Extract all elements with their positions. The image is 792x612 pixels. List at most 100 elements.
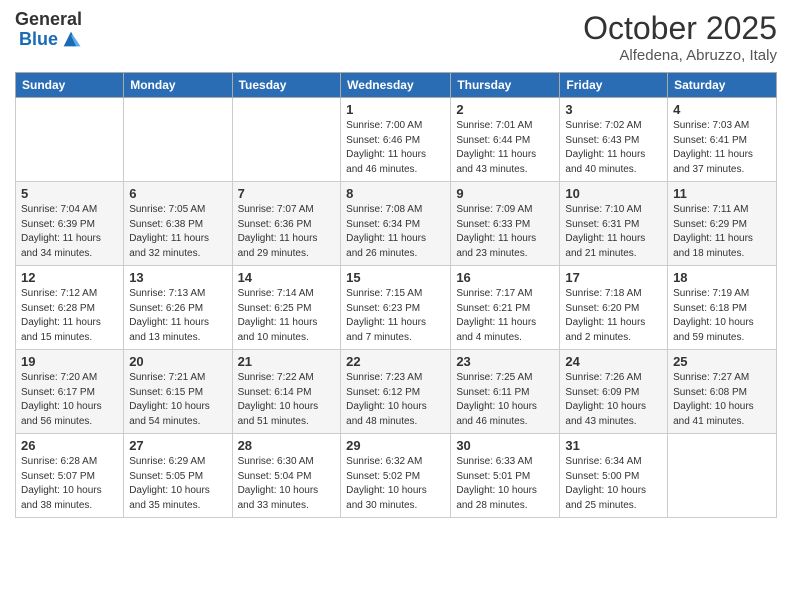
day-info: Sunrise: 7:02 AM Sunset: 6:43 PM Dayligh…: [565, 119, 662, 177]
table-row: 21 Sunrise: 7:22 AM Sunset: 6:14 PM Dayli…: [232, 350, 341, 434]
table-row: 23Sunrise: 7:25 AM Sunset: 6:11 PM Dayli…: [451, 350, 560, 434]
day-number: 24: [565, 354, 662, 369]
day-info: Sunrise: 7:27 AM Sunset: 6:08 PM Dayligh…: [673, 371, 771, 429]
title-block: October 2025 Alfedena, Abruzzo, Italy: [583, 10, 777, 64]
day-info: Sunrise: 7:10 AM Sunset: 6:31 PM Dayligh…: [565, 203, 662, 261]
table-row: 16 Sunrise: 7:17 AM Sunset: 6:21 PM Dayli…: [451, 266, 560, 350]
day-info: Sunrise: 7:12 AM Sunset: 6:28 PM Dayligh…: [21, 287, 118, 345]
day-info: Sunrise: 7:18 AM Sunset: 6:20 PM Dayligh…: [565, 287, 662, 345]
logo-general: General: [15, 10, 82, 28]
day-info: Sunrise: 7:03 AM Sunset: 6:41 PM Dayligh…: [673, 119, 771, 177]
day-number: 21: [238, 354, 336, 369]
header-sunday: Sunday: [16, 73, 124, 98]
day-info: Sunrise: 6:33 AM Sunset: 5:01 PM Dayligh…: [456, 455, 554, 513]
table-row: 12 Sunrise: 7:12 AM Sunset: 6:28 PM Dayli…: [16, 266, 124, 350]
day-info: Sunrise: 7:11 AM Sunset: 6:29 PM Dayligh…: [673, 203, 771, 261]
logo: General Blue: [15, 10, 82, 50]
day-info: Sunrise: 7:14 AM Sunset: 6:25 PM Dayligh…: [238, 287, 336, 345]
table-row: 18 Sunrise: 7:19 AM Sunset: 6:18 PM Dayli…: [668, 266, 777, 350]
day-info: Sunrise: 6:28 AM Sunset: 5:07 PM Dayligh…: [21, 455, 118, 513]
day-number: 11: [673, 186, 771, 201]
table-row: 4Sunrise: 7:03 AM Sunset: 6:41 PM Daylig…: [668, 98, 777, 182]
calendar-week-row: 19Sunrise: 7:20 AM Sunset: 6:17 PM Dayli…: [16, 350, 777, 434]
day-number: 25: [673, 354, 771, 369]
day-number: 22: [346, 354, 445, 369]
table-row: 20 Sunrise: 7:21 AM Sunset: 6:15 PM Dayli…: [124, 350, 232, 434]
table-row: 19Sunrise: 7:20 AM Sunset: 6:17 PM Dayli…: [16, 350, 124, 434]
logo-icon: [60, 28, 82, 50]
day-number: 8: [346, 186, 445, 201]
table-row: 13Sunrise: 7:13 AM Sunset: 6:26 PM Dayli…: [124, 266, 232, 350]
table-row: 3Sunrise: 7:02 AM Sunset: 6:43 PM Daylig…: [560, 98, 668, 182]
day-number: 23: [456, 354, 554, 369]
calendar-week-row: 1 Sunrise: 7:00 AM Sunset: 6:46 PM Daylig…: [16, 98, 777, 182]
day-info: Sunrise: 6:34 AM Sunset: 5:00 PM Dayligh…: [565, 455, 662, 513]
day-info: Sunrise: 7:08 AM Sunset: 6:34 PM Dayligh…: [346, 203, 445, 261]
day-number: 18: [673, 270, 771, 285]
day-info: Sunrise: 6:30 AM Sunset: 5:04 PM Dayligh…: [238, 455, 336, 513]
day-number: 19: [21, 354, 118, 369]
day-info: Sunrise: 7:26 AM Sunset: 6:09 PM Dayligh…: [565, 371, 662, 429]
day-info: Sunrise: 7:05 AM Sunset: 6:38 PM Dayligh…: [129, 203, 226, 261]
day-info: Sunrise: 6:29 AM Sunset: 5:05 PM Dayligh…: [129, 455, 226, 513]
day-info: Sunrise: 7:15 AM Sunset: 6:23 PM Dayligh…: [346, 287, 445, 345]
day-info: Sunrise: 6:32 AM Sunset: 5:02 PM Dayligh…: [346, 455, 445, 513]
day-info: Sunrise: 7:19 AM Sunset: 6:18 PM Dayligh…: [673, 287, 771, 345]
header-friday: Friday: [560, 73, 668, 98]
day-number: 6: [129, 186, 226, 201]
table-row: 30Sunrise: 6:33 AM Sunset: 5:01 PM Dayli…: [451, 434, 560, 518]
table-row: 1 Sunrise: 7:00 AM Sunset: 6:46 PM Daylig…: [341, 98, 451, 182]
header-saturday: Saturday: [668, 73, 777, 98]
table-row: 10 Sunrise: 7:10 AM Sunset: 6:31 PM Dayli…: [560, 182, 668, 266]
table-row: [232, 98, 341, 182]
header-monday: Monday: [124, 73, 232, 98]
day-number: 12: [21, 270, 118, 285]
table-row: 22Sunrise: 7:23 AM Sunset: 6:12 PM Dayli…: [341, 350, 451, 434]
day-number: 28: [238, 438, 336, 453]
table-row: 25 Sunrise: 7:27 AM Sunset: 6:08 PM Dayli…: [668, 350, 777, 434]
header: General Blue October 2025 Alfedena, Abru…: [15, 10, 777, 64]
day-number: 2: [456, 102, 554, 117]
location-subtitle: Alfedena, Abruzzo, Italy: [583, 47, 777, 64]
logo-blue: Blue: [19, 30, 58, 48]
table-row: 8 Sunrise: 7:08 AM Sunset: 6:34 PM Daylig…: [341, 182, 451, 266]
weekday-header-row: Sunday Monday Tuesday Wednesday Thursday…: [16, 73, 777, 98]
table-row: 29 Sunrise: 6:32 AM Sunset: 5:02 PM Dayli…: [341, 434, 451, 518]
table-row: [124, 98, 232, 182]
day-number: 29: [346, 438, 445, 453]
page-container: General Blue October 2025 Alfedena, Abru…: [0, 0, 792, 528]
table-row: 11 Sunrise: 7:11 AM Sunset: 6:29 PM Dayli…: [668, 182, 777, 266]
table-row: 9Sunrise: 7:09 AM Sunset: 6:33 PM Daylig…: [451, 182, 560, 266]
table-row: 6 Sunrise: 7:05 AM Sunset: 6:38 PM Daylig…: [124, 182, 232, 266]
table-row: 14 Sunrise: 7:14 AM Sunset: 6:25 PM Dayli…: [232, 266, 341, 350]
day-info: Sunrise: 7:22 AM Sunset: 6:14 PM Dayligh…: [238, 371, 336, 429]
header-tuesday: Tuesday: [232, 73, 341, 98]
table-row: 15Sunrise: 7:15 AM Sunset: 6:23 PM Dayli…: [341, 266, 451, 350]
calendar-week-row: 26 Sunrise: 6:28 AM Sunset: 5:07 PM Dayli…: [16, 434, 777, 518]
table-row: 2 Sunrise: 7:01 AM Sunset: 6:44 PM Daylig…: [451, 98, 560, 182]
table-row: [668, 434, 777, 518]
table-row: 7Sunrise: 7:07 AM Sunset: 6:36 PM Daylig…: [232, 182, 341, 266]
day-info: Sunrise: 7:01 AM Sunset: 6:44 PM Dayligh…: [456, 119, 554, 177]
day-number: 14: [238, 270, 336, 285]
day-number: 17: [565, 270, 662, 285]
day-number: 9: [456, 186, 554, 201]
day-number: 10: [565, 186, 662, 201]
day-number: 16: [456, 270, 554, 285]
table-row: [16, 98, 124, 182]
day-info: Sunrise: 7:00 AM Sunset: 6:46 PM Dayligh…: [346, 119, 445, 177]
day-number: 26: [21, 438, 118, 453]
day-number: 27: [129, 438, 226, 453]
calendar-week-row: 12 Sunrise: 7:12 AM Sunset: 6:28 PM Dayli…: [16, 266, 777, 350]
day-number: 7: [238, 186, 336, 201]
table-row: 17 Sunrise: 7:18 AM Sunset: 6:20 PM Dayli…: [560, 266, 668, 350]
day-number: 20: [129, 354, 226, 369]
day-info: Sunrise: 7:17 AM Sunset: 6:21 PM Dayligh…: [456, 287, 554, 345]
day-info: Sunrise: 7:13 AM Sunset: 6:26 PM Dayligh…: [129, 287, 226, 345]
day-info: Sunrise: 7:21 AM Sunset: 6:15 PM Dayligh…: [129, 371, 226, 429]
calendar-table: Sunday Monday Tuesday Wednesday Thursday…: [15, 72, 777, 518]
table-row: 5Sunrise: 7:04 AM Sunset: 6:39 PM Daylig…: [16, 182, 124, 266]
calendar-week-row: 5Sunrise: 7:04 AM Sunset: 6:39 PM Daylig…: [16, 182, 777, 266]
day-number: 1: [346, 102, 445, 117]
table-row: 31Sunrise: 6:34 AM Sunset: 5:00 PM Dayli…: [560, 434, 668, 518]
